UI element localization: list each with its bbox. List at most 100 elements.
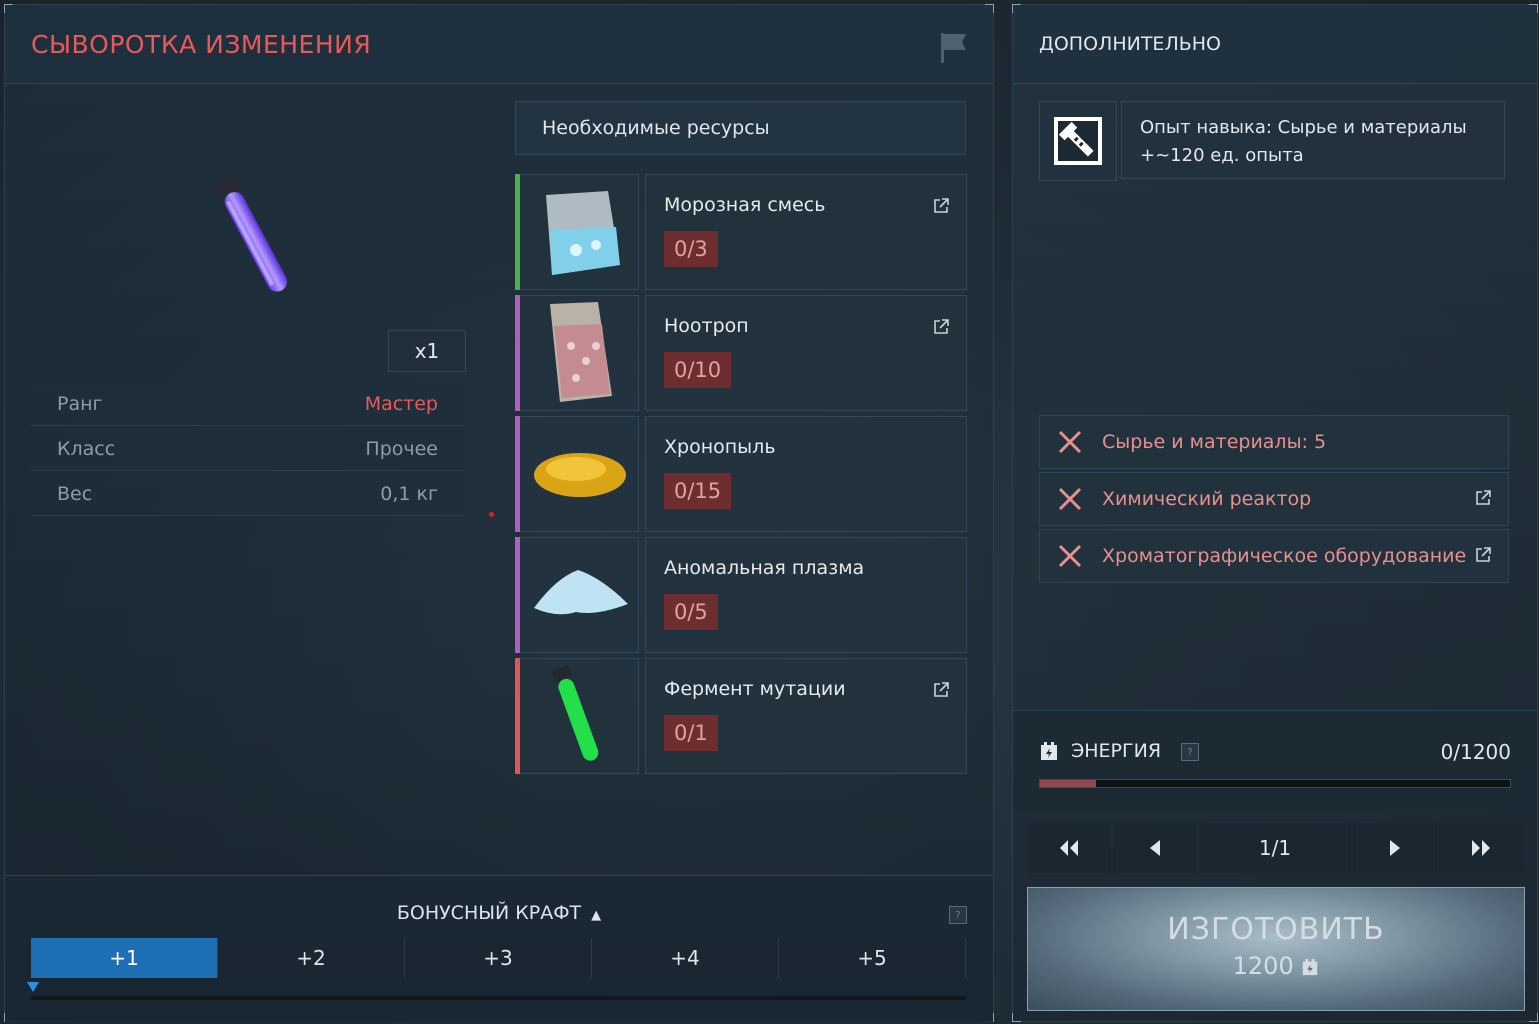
close-icon [1058,430,1082,454]
resource-stripe [515,295,520,411]
extra-panel: ДОПОЛНИТЕЛЬНО Опыт навыка: Сырье и матер… [1012,4,1538,1022]
bonus-tabs: +1 +2 +3 +4 +5 [31,938,966,978]
resource-stripe [515,537,520,653]
resource-count: 0/15 [664,473,732,509]
skill-xp-text: Опыт навыка: Сырье и материалы +~120 ед.… [1121,101,1505,179]
energy-bar [1039,779,1511,788]
requirement-row: Сырье и материалы: 5 [1039,415,1509,469]
resource-name: Ноотроп [664,315,749,337]
resource-thumb [515,295,639,411]
requirement-row[interactable]: Химический реактор [1039,472,1509,526]
resource-count: 0/5 [664,594,718,630]
resource-body[interactable]: Ноотроп 0/10 [645,295,967,411]
external-link-icon[interactable] [932,318,950,336]
stat-value: Мастер [364,393,438,415]
requirement-text: Хроматографическое оборудование [1102,545,1467,567]
last-page-button[interactable] [1439,823,1523,873]
resource-count: 0/1 [664,715,718,751]
skill-xp-box: Опыт навыка: Сырье и материалы +~120 ед.… [1039,101,1505,181]
stat-label: Ранг [57,393,103,415]
external-link-icon[interactable] [1474,489,1492,507]
bonus-craft-toggle[interactable]: БОНУСНЫЙ КРАФТ ▲ [5,902,993,924]
page-indicator: 1/1 [1199,823,1351,873]
resource-stripe [515,658,520,774]
requirement-row[interactable]: Хроматографическое оборудование [1039,529,1509,583]
skill-xp-line: Опыт навыка: Сырье и материалы [1140,117,1467,138]
serum-vial-icon [214,176,288,292]
external-link-icon[interactable] [932,197,950,215]
energy-section: ЭНЕРГИЯ ? 0/1200 [1013,710,1537,811]
stat-rank: Ранг Мастер [31,383,464,426]
energy-label: ЭНЕРГИЯ [1071,740,1162,762]
bonus-progress-marker [27,982,39,992]
double-chevron-left-icon [1060,840,1078,856]
resource-row: Аномальная плазма 0/5 [515,537,967,653]
bonus-tab-3[interactable]: +3 [405,938,592,978]
quantity-badge: x1 [388,330,466,372]
resources-header: Необходимые ресурсы [515,101,966,155]
resource-body[interactable]: Фермент мутации 0/1 [645,658,967,774]
energy-bar-fill [1040,780,1097,787]
resource-name: Морозная смесь [664,194,826,216]
bonus-craft-section: БОНУСНЫЙ КРАФТ ▲ ? +1 +2 +3 +4 +5 [5,875,993,1022]
next-page-button[interactable] [1353,823,1437,873]
extra-title: ДОПОЛНИТЕЛЬНО [1039,33,1222,55]
resource-thumb [515,416,639,532]
first-page-button[interactable] [1027,823,1111,873]
craft-cost-value: 1200 [1232,952,1294,980]
resource-row: Хронопыль 0/15 [515,416,967,532]
resource-body[interactable]: Морозная смесь 0/3 [645,174,967,290]
craft-button[interactable]: ИЗГОТОВИТЬ 1200 [1027,887,1525,1011]
bonus-tab-2[interactable]: +2 [218,938,405,978]
resource-row: Фермент мутации 0/1 [515,658,967,774]
item-stats: Ранг Мастер Класс Прочее Вес 0,1 кг [31,383,464,518]
chevron-left-icon [1150,840,1160,856]
stat-value: 0,1 кг [380,483,438,505]
frost-mix-bag-icon [546,191,620,275]
anomal-plasma-pile-icon [534,570,628,615]
prev-page-button[interactable] [1113,823,1197,873]
resource-thumb [515,658,639,774]
chevron-right-icon [1390,840,1400,856]
battery-icon [1041,742,1057,760]
resource-count: 0/3 [664,231,718,267]
nootrope-bag-icon [550,302,612,402]
resource-name: Фермент мутации [664,678,846,700]
resource-stripe [515,174,520,290]
bonus-tab-4[interactable]: +4 [592,938,779,978]
resource-body[interactable]: Аномальная плазма 0/5 [645,537,967,653]
resource-name: Аномальная плазма [664,557,865,579]
bonus-tab-1[interactable]: +1 [31,938,218,978]
battery-icon [1303,958,1318,976]
close-icon [1058,487,1082,511]
stat-class: Класс Прочее [31,428,464,471]
bonus-progress-track [31,996,966,1000]
cursor-dot [489,512,494,517]
chronodust-pile-icon [534,453,626,497]
triangle-up-icon: ▲ [591,908,602,923]
extra-title-bar: ДОПОЛНИТЕЛЬНО [1013,5,1537,84]
help-icon[interactable]: ? [949,906,967,924]
skill-xp-amount: +~120 ед. опыта [1140,145,1304,166]
resource-count: 0/10 [664,352,732,388]
panel-corner [1529,1013,1538,1022]
help-icon[interactable]: ? [1181,743,1199,761]
resource-body[interactable]: Хронопыль 0/15 [645,416,967,532]
flag-icon[interactable] [939,31,969,65]
requirement-text: Химический реактор [1102,488,1312,510]
resource-thumb [515,537,639,653]
resource-row: Морозная смесь 0/3 [515,174,967,290]
stat-label: Вес [57,483,93,505]
recipe-title-bar: СЫВОРОТКА ИЗМЕНЕНИЯ [5,5,993,84]
recipe-title: СЫВОРОТКА ИЗМЕНЕНИЯ [31,30,372,59]
wrench-icon [1054,117,1102,165]
craft-label: ИЗГОТОВИТЬ [1167,912,1385,947]
bonus-craft-title: БОНУСНЫЙ КРАФТ [396,902,582,924]
double-chevron-right-icon [1472,840,1490,856]
external-link-icon[interactable] [932,681,950,699]
recipe-panel: СЫВОРОТКА ИЗМЕНЕНИЯ x1 Ранг Мастер Класс [4,4,994,1022]
external-link-icon[interactable] [1474,546,1492,564]
bonus-tab-5[interactable]: +5 [779,938,966,978]
panel-corner [1012,1013,1021,1022]
pager: 1/1 [1027,823,1523,873]
